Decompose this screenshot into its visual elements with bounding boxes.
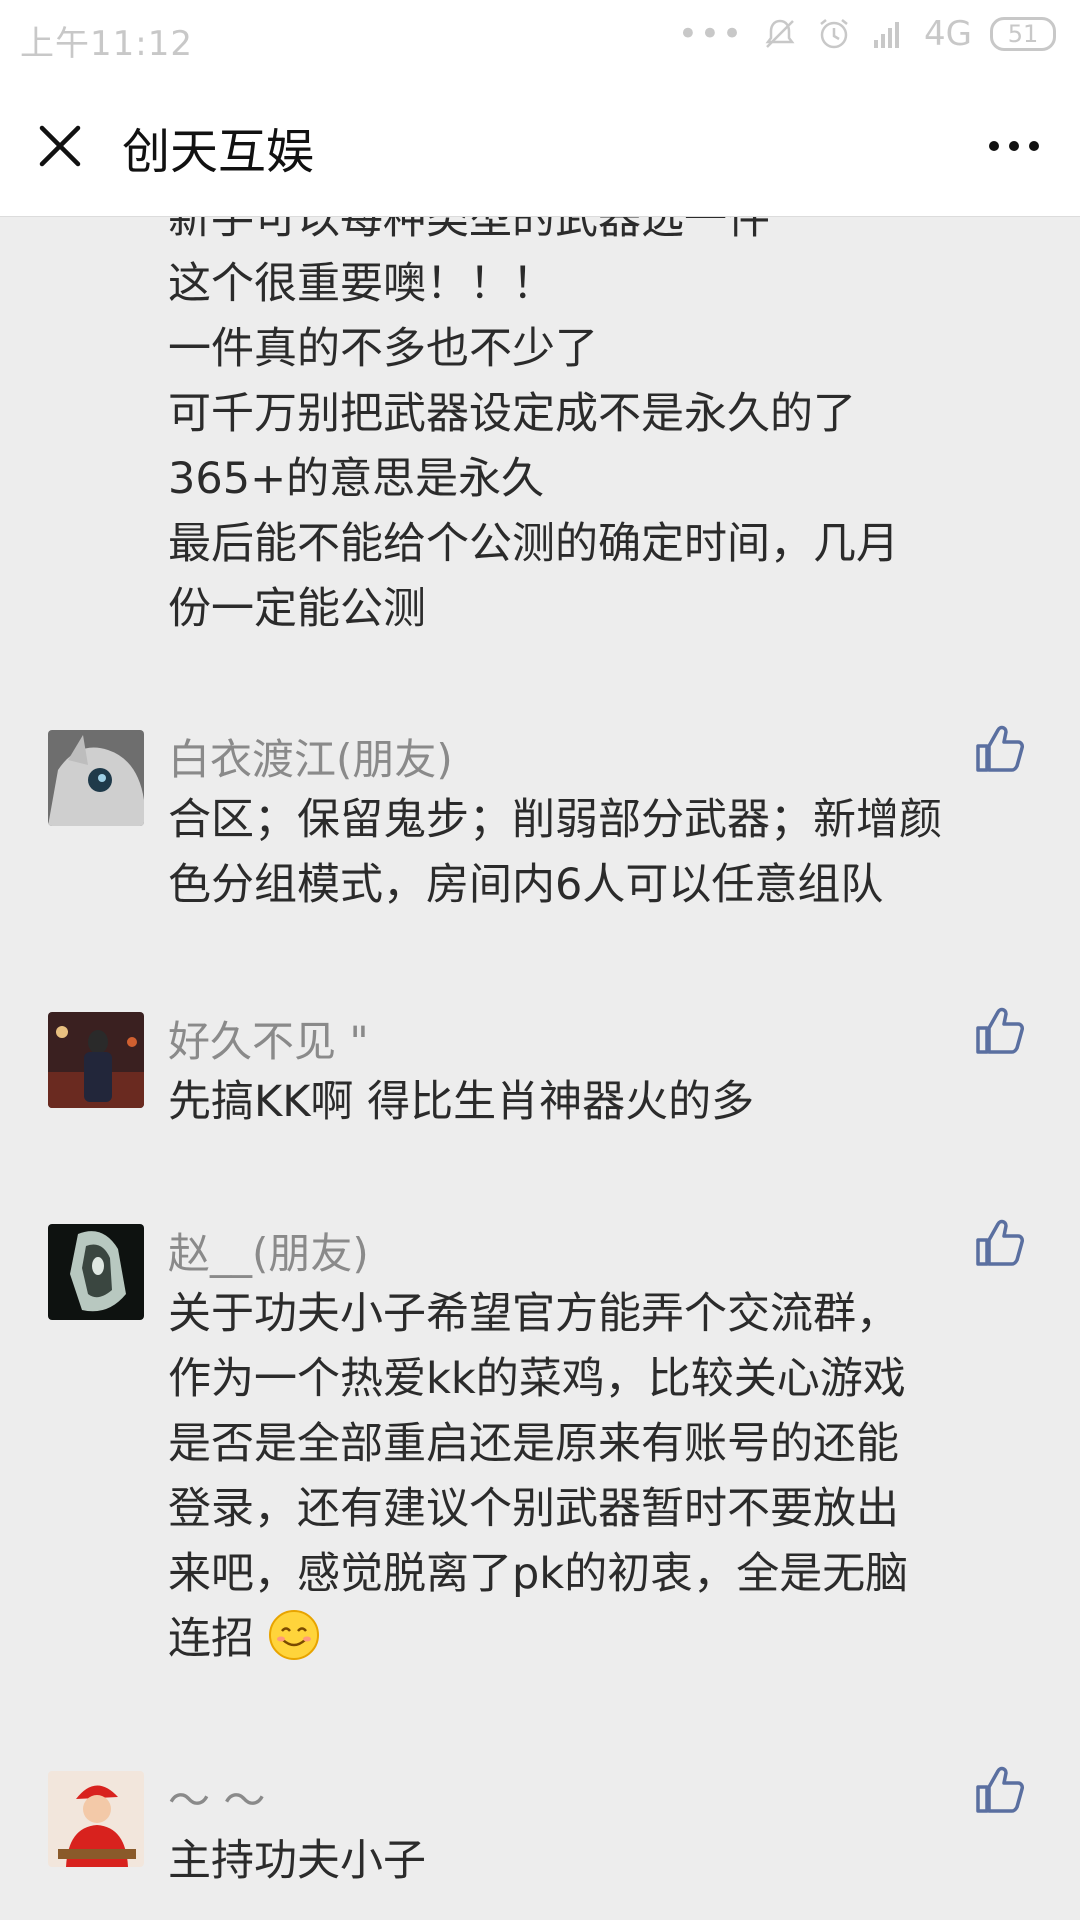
commenter-name: 白衣渡江(朋友) (168, 735, 453, 784)
comment-line: 最后能不能给个公测的确定时间，几月 (168, 519, 899, 569)
comment-line: 365+的意思是永久 (168, 454, 545, 504)
person-night-avatar-icon[interactable] (48, 1012, 144, 1108)
commenter-name: ～ ～ (168, 1776, 266, 1825)
page-title: 创天互娱 (122, 124, 315, 180)
comment-line: 可千万别把武器设定成不是永久的了 (168, 389, 856, 439)
alarm-clock-icon (820, 19, 848, 49)
comment-line: 主持功夫小子 (168, 1836, 426, 1886)
like-thumb-icon[interactable] (972, 1761, 1028, 1817)
signal-icon (874, 22, 900, 48)
comments-list[interactable]: 新手可以每种类型的武器选一件 这个很重要噢！！！ 一件真的不多也不少了 可千万别… (0, 217, 1080, 1920)
comment-text: 合区；保留鬼步；削弱部分武器；新增颜 色分组模式，房间内6人可以任意组队 (168, 788, 1038, 918)
partial-comment-text: 新手可以每种类型的武器选一件 这个很重要噢！！！ 一件真的不多也不少了 可千万别… (168, 217, 1028, 642)
mute-bell-icon (765, 19, 795, 48)
commenter-name: 赵__(朋友) (168, 1229, 369, 1278)
comment-line: 份一定能公测 (168, 584, 426, 634)
like-thumb-icon[interactable] (972, 720, 1028, 776)
commenter-name: 好久不见 " (168, 1017, 369, 1066)
like-thumb-icon[interactable] (972, 1002, 1028, 1058)
more-options-icon[interactable] (984, 124, 1044, 168)
comment-text: 先搞KK啊 得比生肖神器火的多 (168, 1070, 1038, 1135)
comment-text: 关于功夫小子希望官方能弄个交流群， 作为一个热爱kk的菜鸡，比较关心游戏 是否是… (168, 1282, 1038, 1672)
title-bar: 创天互娱 (0, 76, 1080, 217)
status-icons: ••• 4G 51 (678, 14, 1056, 54)
owl-avatar-icon[interactable] (48, 730, 144, 826)
comment-line: 关于功夫小子希望官方能弄个交流群， (168, 1289, 899, 1339)
comment-line: 连招 (168, 1614, 254, 1664)
comment-line: 先搞KK啊 得比生肖神器火的多 (168, 1077, 755, 1127)
status-bar: 上午11:12 ••• 4G 51 (0, 0, 1080, 76)
notification-dots: ••• (677, 14, 745, 54)
comment-line: 这个很重要噢！！！ (168, 259, 555, 309)
comment-line: 作为一个热爱kk的菜鸡，比较关心游戏 (168, 1354, 906, 1404)
comment-line: 是否是全部重启还是原来有账号的还能 (168, 1419, 899, 1469)
comment-line: 一件真的不多也不少了 (168, 324, 598, 374)
comment-line-with-emoji: 连招 (168, 1607, 1038, 1672)
dark-figure-avatar-icon[interactable] (48, 1224, 144, 1320)
close-icon[interactable] (32, 118, 88, 174)
comment-line: 来吧，感觉脱离了pk的初衷，全是无脑 (168, 1549, 909, 1599)
network-type: 4G (924, 14, 972, 54)
child-red-hat-avatar-icon[interactable] (48, 1771, 144, 1867)
battery-indicator: 51 (990, 17, 1056, 51)
comment-line: 色分组模式，房间内6人可以任意组队 (168, 860, 884, 910)
comment-text: 主持功夫小子 (168, 1829, 1038, 1894)
comment-line: 合区；保留鬼步；削弱部分武器；新增颜 (168, 795, 942, 845)
status-time: 上午11:12 (20, 24, 193, 64)
comment-line: 新手可以每种类型的武器选一件 (168, 217, 770, 244)
smiley-emoji-icon (268, 1610, 319, 1660)
comment-line: 登录，还有建议个别武器暂时不要放出 (168, 1484, 899, 1534)
like-thumb-icon[interactable] (972, 1214, 1028, 1270)
